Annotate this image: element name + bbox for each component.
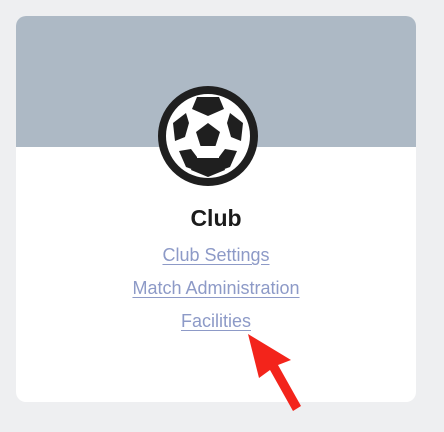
club-card: Club Club Settings Match Administration … [16,16,416,402]
club-settings-link[interactable]: Club Settings [16,244,416,266]
red-arrow-icon [240,330,306,418]
soccer-ball-icon [157,85,259,187]
match-administration-link[interactable]: Match Administration [16,277,416,299]
facilities-link[interactable]: Facilities [16,310,416,332]
card-title: Club [190,205,242,231]
